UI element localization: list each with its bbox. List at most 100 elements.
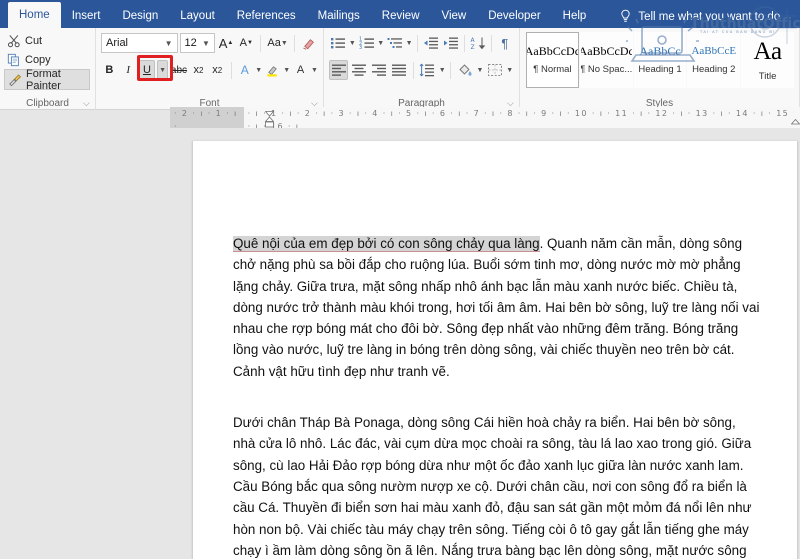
style-heading-1[interactable]: AaBbCc Heading 1 bbox=[633, 32, 687, 88]
font-name-combo[interactable]: Arial ▼ bbox=[101, 33, 178, 53]
selected-text-run[interactable]: Quê nội của em đẹp bởi có con sông chảy … bbox=[233, 236, 540, 252]
numbering-dropdown[interactable]: ▼ bbox=[377, 33, 385, 53]
strikethrough-button[interactable]: abc bbox=[170, 60, 188, 81]
tab-layout[interactable]: Layout bbox=[169, 5, 226, 28]
ribbon-group-clipboard: Cut Copy Format Painter Clipboard ⌵ bbox=[0, 28, 96, 110]
borders-icon bbox=[487, 64, 502, 76]
style-preview: AaBbCcDc bbox=[579, 44, 633, 58]
separator bbox=[417, 34, 419, 52]
font-size-combo[interactable]: 12 ▼ bbox=[179, 33, 215, 53]
align-left-button[interactable] bbox=[329, 60, 349, 80]
style-name: ¶ Normal bbox=[533, 64, 572, 75]
underline-dropdown-button[interactable]: ▼ bbox=[157, 59, 168, 81]
style-name: Heading 2 bbox=[692, 63, 736, 75]
copy-icon bbox=[7, 53, 19, 66]
style-title[interactable]: Aa Title bbox=[741, 32, 794, 88]
document-page[interactable]: Quê nội của em đẹp bởi có con sông chảy … bbox=[192, 141, 798, 559]
style-no-spacing[interactable]: AaBbCcDc ¶ No Spac... bbox=[579, 32, 633, 88]
separator bbox=[412, 61, 414, 79]
borders-dropdown[interactable]: ▼ bbox=[505, 60, 514, 80]
align-right-button[interactable] bbox=[369, 60, 388, 80]
style-heading-2[interactable]: AaBbCcE Heading 2 bbox=[687, 32, 741, 88]
font-color-button[interactable]: A bbox=[292, 60, 309, 81]
text-highlight-dropdown[interactable]: ▼ bbox=[283, 60, 290, 80]
grow-font-button[interactable]: A ▲ bbox=[217, 33, 235, 54]
paint-bucket-icon bbox=[459, 64, 472, 76]
document-paragraph-2[interactable]: Dưới chân Tháp Bà Ponaga, dòng sông Cái … bbox=[233, 412, 761, 559]
chevron-down-icon: ▼ bbox=[164, 38, 173, 48]
justify-button[interactable] bbox=[390, 60, 409, 80]
cut-button[interactable]: Cut bbox=[4, 31, 90, 50]
underline-button[interactable]: U bbox=[138, 59, 156, 81]
bold-button[interactable]: B bbox=[101, 60, 118, 81]
document-paragraph-1[interactable]: Quê nội của em đẹp bởi có con sông chảy … bbox=[233, 233, 761, 382]
tab-design[interactable]: Design bbox=[111, 5, 169, 28]
style-preview: AaBbCc bbox=[639, 44, 681, 58]
align-center-icon bbox=[351, 64, 366, 76]
style-normal[interactable]: AaBbCcDc ¶ Normal bbox=[526, 32, 579, 88]
increase-indent-icon bbox=[443, 37, 458, 49]
paintbrush-icon bbox=[9, 73, 21, 86]
shading-dropdown[interactable]: ▼ bbox=[476, 60, 485, 80]
separator bbox=[490, 34, 492, 52]
copy-button[interactable]: Copy bbox=[4, 50, 90, 69]
text-highlight-color-button[interactable] bbox=[264, 60, 281, 81]
decrease-indent-icon bbox=[424, 37, 439, 49]
style-preview: AaBbCcDc bbox=[526, 44, 579, 58]
eraser-icon bbox=[303, 38, 315, 50]
line-spacing-dropdown[interactable]: ▼ bbox=[438, 60, 447, 80]
clipboard-group-label: Clipboard bbox=[26, 98, 69, 109]
cut-label: Cut bbox=[25, 34, 43, 47]
tab-insert[interactable]: Insert bbox=[61, 5, 112, 28]
clipboard-dialog-launcher[interactable]: ⌵ bbox=[83, 99, 92, 108]
format-painter-button[interactable]: Format Painter bbox=[4, 68, 90, 92]
separator bbox=[450, 61, 452, 79]
change-case-button[interactable]: Aa ▼ bbox=[266, 33, 289, 54]
shading-button[interactable] bbox=[455, 60, 474, 80]
right-indent-marker-icon[interactable] bbox=[791, 119, 800, 127]
show-formatting-marks-button[interactable]: ¶ bbox=[496, 33, 514, 53]
increase-indent-button[interactable] bbox=[441, 33, 459, 53]
align-left-icon bbox=[331, 64, 346, 76]
align-center-button[interactable] bbox=[349, 60, 368, 80]
tab-review[interactable]: Review bbox=[371, 5, 431, 28]
tab-references[interactable]: References bbox=[226, 5, 307, 28]
ribbon-group-paragraph: ▼ 1 2 3 ▼ ▼ A Z ¶ ▼ ▼ ▼ Paragraph ⌵ bbox=[324, 28, 520, 110]
italic-button[interactable]: I bbox=[120, 60, 137, 81]
numbered-list-icon: 1 2 3 bbox=[359, 37, 374, 50]
superscript-button[interactable]: x2 bbox=[209, 60, 226, 81]
multilevel-list-dropdown[interactable]: ▼ bbox=[405, 33, 413, 53]
bullets-dropdown[interactable]: ▼ bbox=[348, 33, 356, 53]
multilevel-list-button[interactable] bbox=[386, 33, 404, 53]
text-effects-dropdown[interactable]: ▼ bbox=[255, 60, 262, 80]
shrink-font-button[interactable]: A ▼ bbox=[237, 33, 255, 54]
align-right-icon bbox=[371, 64, 386, 76]
tab-home[interactable]: Home bbox=[8, 2, 61, 28]
borders-button[interactable] bbox=[485, 60, 504, 80]
indent-marker-icon[interactable] bbox=[265, 111, 274, 128]
tab-view[interactable]: View bbox=[431, 5, 478, 28]
decrease-indent-button[interactable] bbox=[422, 33, 440, 53]
separator bbox=[463, 34, 465, 52]
style-preview: AaBbCcE bbox=[691, 44, 737, 57]
highlighter-icon bbox=[267, 65, 277, 76]
style-preview: Aa bbox=[753, 37, 783, 65]
numbering-button[interactable]: 1 2 3 bbox=[357, 33, 375, 53]
document-canvas[interactable]: Quê nội của em đẹp bởi có con sông chảy … bbox=[0, 128, 800, 559]
ribbon-group-font: Arial ▼ 12 ▼ A ▲ A ▼ Aa ▼ B I U ▼ abc x … bbox=[96, 28, 324, 110]
align-justify-icon bbox=[392, 64, 407, 76]
tell-me-box[interactable]: Tell me what you want to do bbox=[619, 5, 780, 28]
line-spacing-button[interactable] bbox=[418, 60, 437, 80]
text-effects-button[interactable]: A bbox=[236, 60, 253, 81]
sort-button[interactable]: A Z bbox=[469, 33, 487, 53]
font-color-dropdown[interactable]: ▼ bbox=[311, 60, 318, 80]
tab-help[interactable]: Help bbox=[552, 5, 598, 28]
tab-developer[interactable]: Developer bbox=[477, 5, 551, 28]
tab-mailings[interactable]: Mailings bbox=[307, 5, 371, 28]
clear-formatting-button[interactable] bbox=[300, 33, 318, 54]
style-name: ¶ No Spac... bbox=[580, 64, 633, 75]
bullet-list-icon bbox=[331, 38, 346, 49]
bullets-button[interactable] bbox=[329, 33, 347, 53]
ruler-area: · 2 · ı · 1 · ı · · ı · 1 · ı · 2 · ı · … bbox=[0, 106, 800, 133]
subscript-button[interactable]: x2 bbox=[190, 60, 207, 81]
